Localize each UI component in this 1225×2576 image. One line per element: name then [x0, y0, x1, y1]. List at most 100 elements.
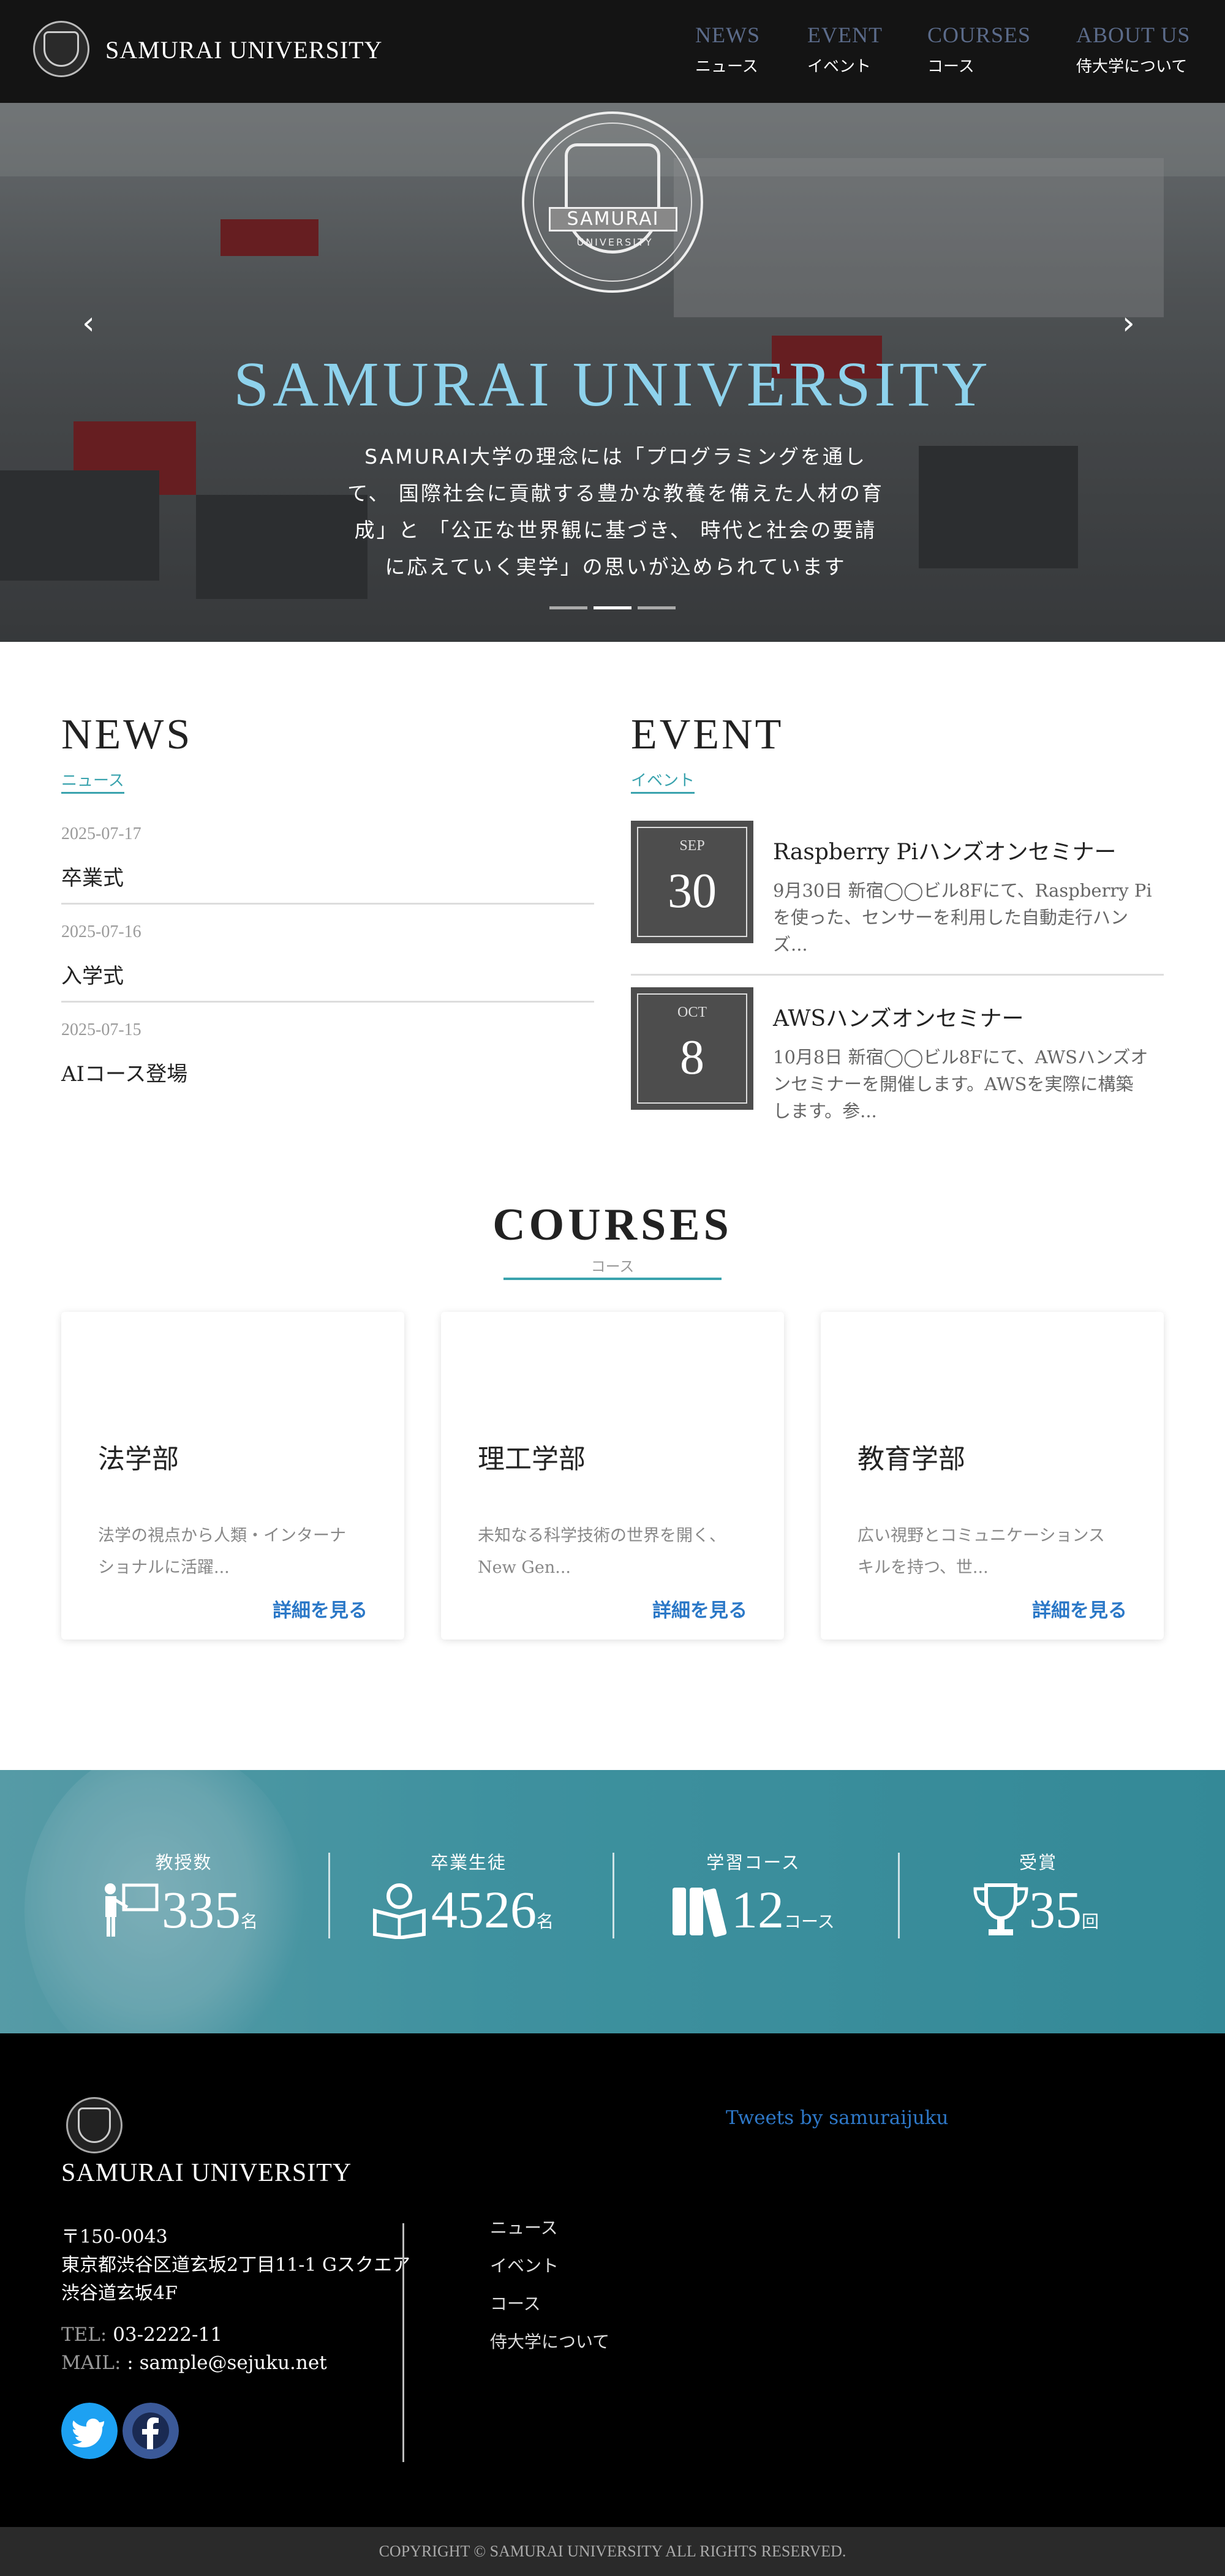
nav-about-en: ABOUT US [1076, 23, 1191, 47]
footer-nav-link[interactable]: イベント [490, 2253, 559, 2277]
event-month: OCT [677, 1004, 707, 1020]
twitter-icon[interactable] [61, 2403, 118, 2459]
stat-divider [328, 1853, 330, 1938]
news-item-link[interactable]: 卒業式 [61, 861, 124, 891]
mail-label: MAIL: [61, 2352, 121, 2374]
course-desc-line: 法学の視点から人類・インターナ [98, 1526, 346, 1545]
event-item-desc: 9月30日 新宿◯◯ビル8Fにて、Raspberry Pi を使った、センサーを… [773, 877, 1165, 958]
tel-label: TEL: [61, 2324, 107, 2346]
hero-text-line: SAMURAI大学の理念には「プログラミングを通し [364, 445, 867, 469]
stat-unit: 回 [1082, 1911, 1099, 1932]
nav-event-en: EVENT [807, 23, 883, 47]
courses-underline [503, 1278, 722, 1280]
news-item-link[interactable]: AIコース登場 [61, 1057, 187, 1087]
hero-emblem: SAMURAI UNIVERSITY [522, 111, 703, 293]
stat-unit: 名 [537, 1911, 554, 1932]
event-date-box: SEP 30 [631, 821, 753, 943]
course-title: 理工学部 [478, 1444, 586, 1475]
slider-prev-icon[interactable]: ‹ [82, 305, 95, 342]
mail-value: : sample@sejuku.net [127, 2352, 327, 2374]
course-desc-line: New Gen... [478, 1558, 571, 1577]
nav-event[interactable]: EVENT イベント [807, 22, 883, 77]
course-details-link[interactable]: 詳細を見る [652, 1595, 747, 1622]
footer-name: SAMURAI UNIVERSITY [61, 2159, 352, 2187]
nav-news-en: NEWS [695, 23, 760, 47]
logo-text[interactable]: SAMURAI UNIVERSITY [105, 36, 382, 64]
course-desc-line: 広い視野とコミュニケーションス [858, 1526, 1105, 1545]
news-date: 2025-07-16 [61, 922, 141, 941]
tel-value: 03-2222-11 [113, 2324, 222, 2346]
nav-about-ja: 侍大学について [1076, 58, 1188, 76]
nav-courses-ja: コース [927, 58, 974, 76]
stat-label: 教授数 [155, 1852, 213, 1873]
trophy-icon [973, 1883, 1028, 1935]
event-desc-line: ンセミナーを開催します。AWSを実際に構築 [773, 1074, 1134, 1094]
event-subtitle: イベント [631, 768, 695, 794]
courses-title: COURSES [492, 1200, 733, 1250]
stat-number: 12 [731, 1880, 784, 1939]
course-title: 法学部 [98, 1444, 179, 1475]
tweets-link[interactable]: Tweets by samuraijuku [726, 2107, 949, 2129]
news-subtitle: ニュース [61, 768, 124, 794]
stat-value: 12コース [731, 1879, 835, 1940]
hero-slider: SAMURAI UNIVERSITY SAMURAI UNIVERSITY SA… [0, 103, 1225, 642]
course-card[interactable]: 理工学部 未知なる科学技術の世界を開く、 New Gen... 詳細を見る [441, 1312, 784, 1640]
divider [631, 974, 1164, 976]
footer-logo-icon[interactable] [66, 2097, 123, 2153]
courses-subtitle: コース [590, 1258, 635, 1275]
event-item-title[interactable]: Raspberry Piハンズオンセミナー [773, 834, 1116, 866]
event-title: EVENT [631, 711, 784, 758]
nav-news-ja: ニュース [695, 58, 758, 76]
stat-divider [612, 1853, 614, 1938]
site-footer: SAMURAI UNIVERSITY 〒150-0043 東京都渋谷区道玄坂2丁… [0, 2033, 1225, 2527]
stat-value: 335名 [162, 1879, 258, 1940]
stats-section: 教授数 335名 卒業生徒 4526名 学習コース 12コース 受賞 35回 [0, 1770, 1225, 2033]
course-desc-line: 未知なる科学技術の世界を開く、 [478, 1526, 726, 1545]
nav-about[interactable]: ABOUT US 侍大学について [1076, 22, 1190, 77]
event-item-title[interactable]: AWSハンズオンセミナー [773, 1001, 1023, 1033]
slider-dot-3[interactable] [638, 606, 676, 609]
stat-number: 335 [162, 1880, 241, 1939]
nav-courses[interactable]: COURSES コース [927, 22, 1031, 77]
hero-text-line: て、 国際社会に貢献する豊かな教養を備えた人材の育 [347, 481, 884, 505]
footer-nav-link[interactable]: コース [490, 2291, 541, 2315]
stat-label: 受賞 [1019, 1852, 1057, 1873]
event-day: 8 [680, 1031, 704, 1085]
hero-text-line: に応えていく実学」の思いが込められています [385, 555, 846, 579]
hero-text-line: 成」と 「公正な世界観に基づき、 時代と社会の要請 [354, 518, 877, 542]
books-icon [673, 1888, 727, 1937]
course-details-link[interactable]: 詳細を見る [273, 1595, 368, 1622]
footer-tel: TEL: 03-2222-11 [61, 2320, 222, 2349]
footer-mail: MAIL: : sample@sejuku.net [61, 2348, 327, 2378]
course-desc-line: ショナルに活躍... [98, 1558, 230, 1577]
course-desc: 法学の視点から人類・インターナ ショナルに活躍... [98, 1520, 374, 1584]
course-desc-line: キルを持つ、世... [858, 1558, 989, 1577]
news-item-link[interactable]: 入学式 [61, 959, 124, 989]
footer-nav-link[interactable]: ニュース [490, 2215, 558, 2239]
course-card[interactable]: 法学部 法学の視点から人類・インターナ ショナルに活躍... 詳細を見る [61, 1312, 404, 1640]
address-line: 〒150-0043 [61, 2226, 168, 2248]
event-date-box: OCT 8 [631, 987, 753, 1110]
hero-emblem-subtext: UNIVERSITY [576, 236, 654, 248]
address-line: 渋谷道玄坂4F [61, 2283, 178, 2304]
stat-label: 学習コース [706, 1852, 801, 1873]
event-day: 30 [668, 864, 717, 918]
nav-event-ja: イベント [807, 58, 872, 76]
event-desc-line: を使った、センサーを利用した自動走行ハン [773, 907, 1129, 928]
nav-news[interactable]: NEWS ニュース [695, 22, 760, 77]
reader-icon [373, 1883, 426, 1939]
logo-emblem-icon[interactable] [33, 21, 89, 77]
divider [61, 903, 594, 905]
news-date: 2025-07-17 [61, 824, 141, 843]
course-title: 教育学部 [858, 1444, 965, 1475]
course-details-link[interactable]: 詳細を見る [1032, 1595, 1127, 1622]
course-card[interactable]: 教育学部 広い視野とコミュニケーションス キルを持つ、世... 詳細を見る [821, 1312, 1164, 1640]
event-desc-line: ズ... [773, 934, 808, 955]
copyright: COPYRIGHT © SAMURAI UNIVERSITY ALL RIGHT… [0, 2527, 1225, 2576]
slider-dot-1[interactable] [549, 606, 587, 609]
slider-next-icon[interactable]: › [1122, 305, 1135, 342]
footer-nav-link[interactable]: 侍大学について [490, 2329, 609, 2353]
divider [61, 1001, 594, 1003]
facebook-icon[interactable] [123, 2403, 179, 2459]
slider-dot-2-active[interactable] [594, 606, 631, 609]
